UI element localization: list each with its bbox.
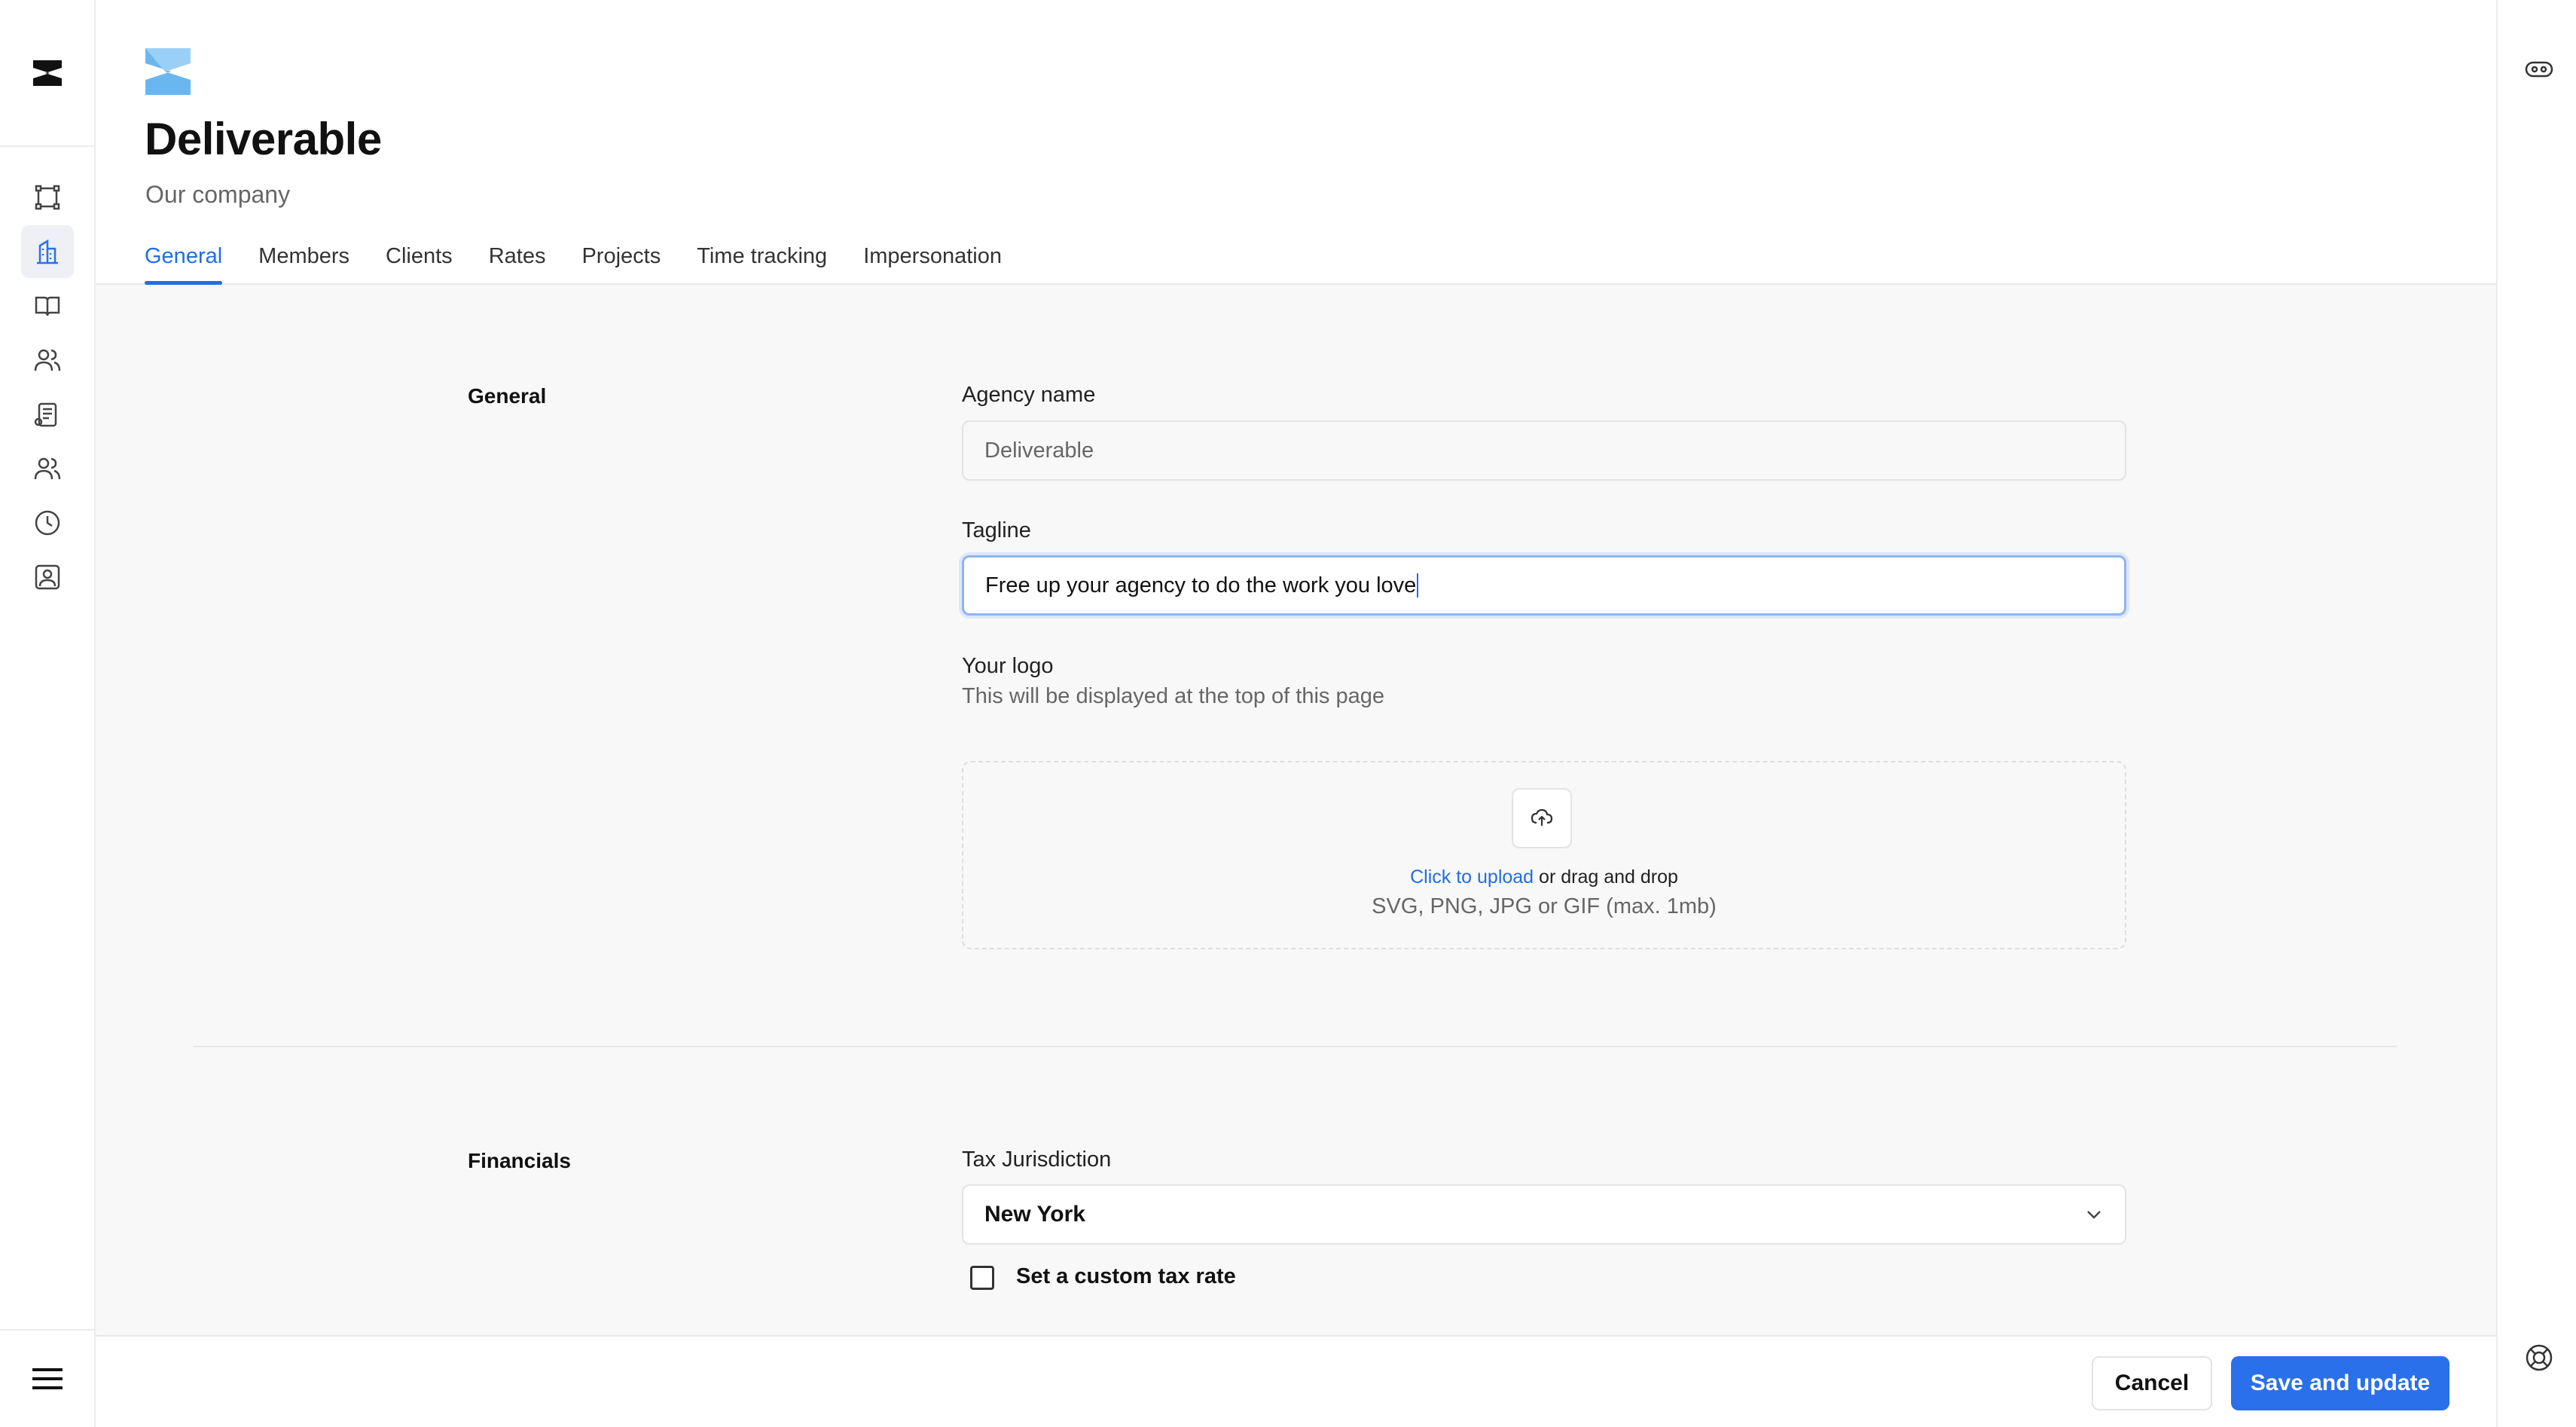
app-sidebar bbox=[0, 0, 96, 1427]
logo-help-text: This will be displayed at the top of thi… bbox=[962, 684, 1384, 708]
save-and-update-button[interactable]: Save and update bbox=[2231, 1356, 2449, 1410]
custom-tax-rate-checkbox[interactable] bbox=[970, 1266, 994, 1290]
team-icon bbox=[34, 457, 61, 480]
page-subtitle: Our company bbox=[145, 181, 291, 208]
logo-label: Your logo bbox=[962, 654, 1054, 678]
drag-drop-text: or drag and drop bbox=[1534, 866, 1678, 888]
tab-impersonation[interactable]: Impersonation bbox=[863, 240, 1002, 285]
tab-projects[interactable]: Projects bbox=[581, 240, 661, 285]
custom-tax-rate-label[interactable]: Set a custom tax rate bbox=[1016, 1264, 1236, 1289]
sidebar-divider bbox=[0, 145, 94, 147]
sidebar-item-library[interactable] bbox=[21, 280, 74, 332]
upload-instructions: Click to upload or drag and drop bbox=[962, 866, 2126, 888]
sidebar-item-time[interactable] bbox=[21, 497, 74, 549]
company-logo-icon bbox=[145, 48, 191, 95]
chevron-down-icon bbox=[2087, 1211, 2101, 1219]
users-icon bbox=[34, 349, 61, 371]
tab-time-tracking[interactable]: Time tracking bbox=[697, 240, 827, 285]
tagline-value: Free up your agency to do the work you l… bbox=[985, 573, 1417, 597]
page-header: Deliverable Our company General Members … bbox=[96, 0, 2496, 285]
book-icon bbox=[35, 296, 60, 316]
agency-name-value: Deliverable bbox=[984, 438, 1094, 463]
text-caret bbox=[1417, 573, 1419, 597]
tax-jurisdiction-select[interactable]: New York bbox=[962, 1184, 2126, 1245]
cloud-upload-icon bbox=[1531, 808, 1553, 826]
sidebar-item-team[interactable] bbox=[21, 442, 74, 495]
main-content: Deliverable Our company General Members … bbox=[96, 0, 2496, 1427]
sidebar-item-people[interactable] bbox=[21, 334, 74, 387]
tab-members[interactable]: Members bbox=[258, 240, 349, 285]
sidebar-item-workflow[interactable] bbox=[21, 171, 74, 224]
form-footer: Cancel Save and update bbox=[96, 1335, 2496, 1427]
workflow-icon bbox=[35, 185, 60, 210]
tagline-label: Tagline bbox=[962, 518, 1031, 542]
vr-headset-icon[interactable] bbox=[2523, 53, 2556, 86]
click-to-upload-link[interactable]: Click to upload bbox=[1410, 866, 1534, 888]
clock-icon bbox=[35, 510, 60, 536]
help-lifebuoy-icon[interactable] bbox=[2523, 1341, 2556, 1374]
tab-rates[interactable]: Rates bbox=[489, 240, 546, 285]
section-general-label: General bbox=[468, 384, 547, 408]
page-title: Deliverable bbox=[145, 114, 382, 164]
building-icon bbox=[37, 239, 58, 264]
sidebar-item-reports[interactable] bbox=[21, 388, 74, 441]
right-rail bbox=[2496, 0, 2576, 1427]
upload-formats: SVG, PNG, JPG or GIF (max. 1mb) bbox=[1372, 894, 1717, 918]
section-financials-label: Financials bbox=[468, 1149, 571, 1172]
agency-name-input[interactable]: Deliverable bbox=[962, 420, 2126, 481]
tax-jurisdiction-value: New York bbox=[984, 1202, 1085, 1227]
contact-card-icon bbox=[35, 564, 60, 590]
tax-jurisdiction-label: Tax Jurisdiction bbox=[962, 1147, 1112, 1172]
sidebar-item-company[interactable] bbox=[21, 225, 74, 278]
sidebar-divider bbox=[0, 1329, 94, 1331]
tab-clients[interactable]: Clients bbox=[386, 240, 453, 285]
tagline-input[interactable]: Free up your agency to do the work you l… bbox=[962, 555, 2126, 616]
cancel-button[interactable]: Cancel bbox=[2092, 1356, 2212, 1410]
tab-bar: General Members Clients Rates Projects T… bbox=[145, 240, 1002, 285]
clipboard-icon bbox=[34, 402, 57, 427]
sidebar-item-contacts[interactable] bbox=[21, 551, 74, 603]
tab-general[interactable]: General bbox=[145, 240, 223, 285]
upload-button[interactable] bbox=[1512, 788, 1572, 848]
section-divider bbox=[194, 1046, 2397, 1047]
hamburger-menu-icon[interactable] bbox=[30, 1364, 65, 1394]
agency-name-label: Agency name bbox=[962, 383, 1096, 407]
app-logo-icon[interactable] bbox=[32, 57, 63, 89]
